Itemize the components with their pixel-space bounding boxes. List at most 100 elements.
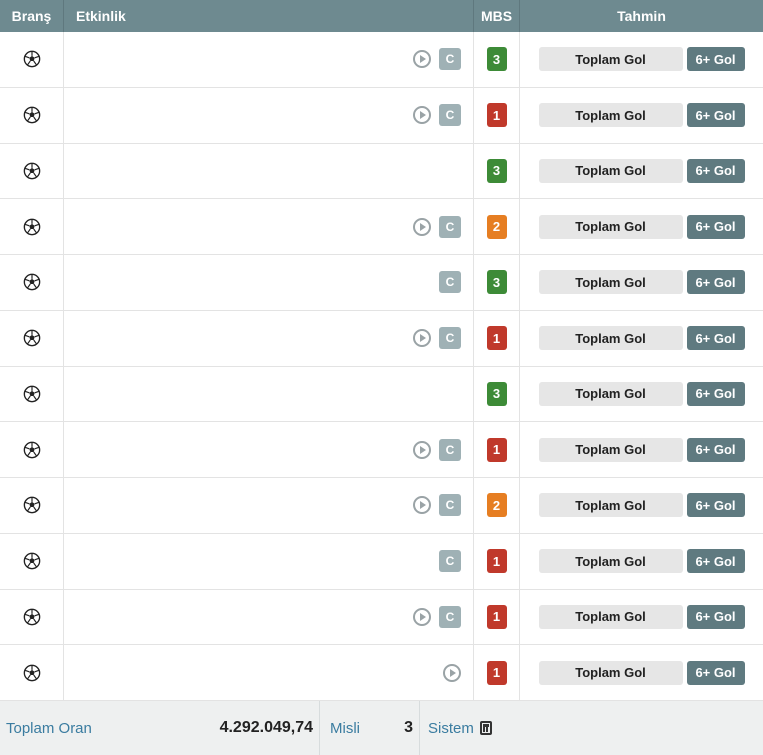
- tahmin-label[interactable]: Toplam Gol: [538, 493, 683, 518]
- mbs-badge: 1: [486, 549, 507, 574]
- table-row: C 2 Toplam Gol 6+ Gol: [0, 478, 763, 534]
- tahmin-label[interactable]: Toplam Gol: [538, 604, 683, 629]
- table-body: C 3 Toplam Gol 6+ Gol C 1 Toplam Gol 6+ Gol 3 Top…: [0, 32, 763, 701]
- tahmin-value[interactable]: 6+ Gol: [686, 270, 745, 295]
- soccer-ball-icon: [23, 273, 41, 291]
- play-icon[interactable]: [413, 329, 431, 348]
- tahmin-label[interactable]: Toplam Gol: [538, 270, 683, 295]
- toplam-oran-value: 4.292.049,74: [190, 701, 320, 755]
- table-row: 3 Toplam Gol 6+ Gol: [0, 143, 763, 200]
- soccer-ball-icon: [23, 50, 41, 68]
- soccer-ball-icon: [23, 385, 41, 403]
- tahmin-cell: Toplam Gol 6+ Gol: [520, 422, 763, 477]
- etkinlik-cell: C: [64, 589, 474, 645]
- mbs-badge: 1: [486, 326, 507, 351]
- c-button[interactable]: C: [439, 605, 461, 628]
- tahmin-cell: Toplam Gol 6+ Gol: [520, 311, 763, 366]
- mbs-badge: 3: [486, 47, 507, 72]
- mbs-badge: 2: [486, 493, 507, 518]
- table-row: C 1 Toplam Gol 6+ Gol: [0, 589, 763, 646]
- play-icon[interactable]: [413, 440, 431, 459]
- soccer-ball-icon: [23, 329, 41, 347]
- tahmin-value[interactable]: 6+ Gol: [686, 214, 745, 239]
- mbs-badge: 1: [486, 103, 507, 128]
- c-button[interactable]: C: [439, 327, 461, 350]
- mbs-cell: 2: [474, 199, 520, 254]
- table-row: C 1 Toplam Gol 6+ Gol: [0, 422, 763, 478]
- brans-cell: [0, 645, 64, 700]
- mbs-badge: 3: [486, 158, 507, 183]
- misli-label: Misli: [330, 719, 360, 737]
- tahmin-value[interactable]: 6+ Gol: [686, 381, 745, 406]
- calculator-icon[interactable]: [479, 721, 492, 735]
- tahmin-label[interactable]: Toplam Gol: [538, 660, 683, 685]
- header-brans: Branş: [11, 8, 52, 24]
- mbs-cell: 3: [474, 366, 520, 422]
- mbs-cell: 1: [474, 87, 520, 143]
- brans-cell: [0, 199, 64, 254]
- play-icon[interactable]: [413, 50, 431, 69]
- tahmin-value[interactable]: 6+ Gol: [686, 493, 745, 518]
- tahmin-value[interactable]: 6+ Gol: [686, 549, 745, 574]
- c-button[interactable]: C: [439, 104, 461, 127]
- tahmin-value[interactable]: 6+ Gol: [686, 660, 745, 685]
- etkinlik-cell: [64, 143, 474, 199]
- mbs-badge: 3: [486, 270, 507, 295]
- tahmin-cell: Toplam Gol 6+ Gol: [520, 645, 763, 700]
- mbs-badge: 1: [486, 604, 507, 629]
- brans-cell: [0, 366, 64, 422]
- etkinlik-cell: [64, 366, 474, 422]
- mbs-cell: 1: [474, 422, 520, 477]
- tahmin-label[interactable]: Toplam Gol: [538, 381, 683, 406]
- table-row: C 1 Toplam Gol 6+ Gol: [0, 533, 763, 590]
- tahmin-value[interactable]: 6+ Gol: [686, 604, 745, 629]
- tahmin-cell: Toplam Gol 6+ Gol: [520, 534, 763, 589]
- tahmin-label[interactable]: Toplam Gol: [538, 47, 683, 72]
- tahmin-value[interactable]: 6+ Gol: [686, 47, 745, 72]
- brans-cell: [0, 589, 64, 645]
- tahmin-label[interactable]: Toplam Gol: [538, 437, 683, 462]
- tahmin-label[interactable]: Toplam Gol: [538, 214, 683, 239]
- tahmin-label[interactable]: Toplam Gol: [538, 103, 683, 128]
- tahmin-value[interactable]: 6+ Gol: [686, 326, 745, 351]
- play-icon[interactable]: [413, 607, 431, 626]
- brans-cell: [0, 87, 64, 143]
- soccer-ball-icon: [23, 496, 41, 514]
- brans-cell: [0, 255, 64, 310]
- tahmin-label[interactable]: Toplam Gol: [538, 158, 683, 183]
- soccer-ball-icon: [23, 664, 41, 682]
- c-button[interactable]: C: [439, 271, 461, 294]
- tahmin-cell: Toplam Gol 6+ Gol: [520, 590, 763, 645]
- table-row: C 1 Toplam Gol 6+ Gol: [0, 87, 763, 144]
- tahmin-cell: Toplam Gol 6+ Gol: [520, 255, 763, 310]
- etkinlik-cell: C: [64, 422, 474, 477]
- play-icon[interactable]: [413, 496, 431, 515]
- table-row: C 3 Toplam Gol 6+ Gol: [0, 255, 763, 311]
- sistem-button[interactable]: Sistem: [420, 720, 492, 737]
- table-row: C 1 Toplam Gol 6+ Gol: [0, 310, 763, 367]
- misli-field[interactable]: Misli 3: [320, 701, 420, 755]
- etkinlik-cell: C: [64, 478, 474, 533]
- table-header: Branş Etkinlik MBS Tahmin: [0, 0, 763, 32]
- c-button[interactable]: C: [439, 215, 461, 238]
- c-button[interactable]: C: [439, 494, 461, 517]
- etkinlik-cell: C: [64, 199, 474, 254]
- tahmin-label[interactable]: Toplam Gol: [538, 549, 683, 574]
- play-icon[interactable]: [413, 217, 431, 236]
- brans-cell: [0, 422, 64, 477]
- brans-cell: [0, 310, 64, 366]
- tahmin-value[interactable]: 6+ Gol: [686, 103, 745, 128]
- toplam-oran-label: Toplam Oran: [6, 719, 92, 737]
- coupon-footer: Toplam Oran 4.292.049,74 Misli 3 Sistem: [0, 701, 763, 755]
- table-row: C 2 Toplam Gol 6+ Gol: [0, 199, 763, 255]
- misli-value[interactable]: 3: [404, 719, 413, 737]
- tahmin-label[interactable]: Toplam Gol: [538, 326, 683, 351]
- c-button[interactable]: C: [439, 550, 461, 573]
- c-button[interactable]: C: [439, 438, 461, 461]
- tahmin-value[interactable]: 6+ Gol: [686, 437, 745, 462]
- tahmin-cell: Toplam Gol 6+ Gol: [520, 199, 763, 254]
- tahmin-value[interactable]: 6+ Gol: [686, 158, 745, 183]
- c-button[interactable]: C: [439, 48, 461, 71]
- play-icon[interactable]: [443, 663, 461, 682]
- play-icon[interactable]: [413, 106, 431, 125]
